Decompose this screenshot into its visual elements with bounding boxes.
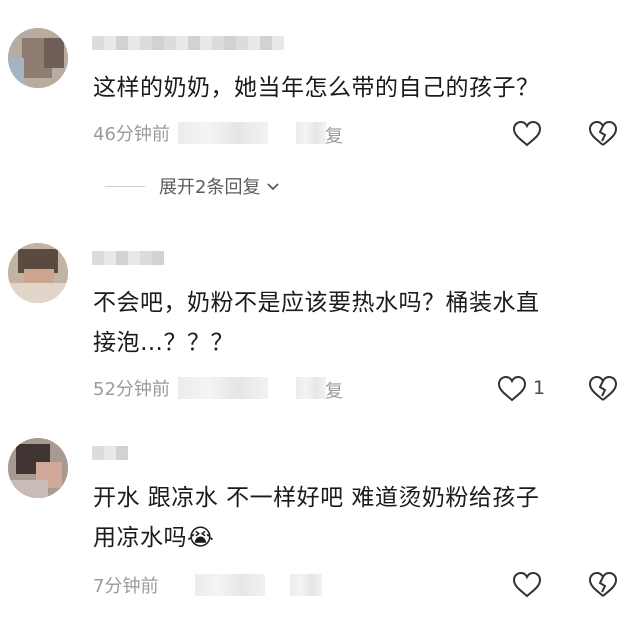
expand-replies-label: 展开2条回复 bbox=[159, 177, 261, 198]
blurred-region bbox=[178, 377, 268, 399]
comment-text: 不会吧，奶粉不是应该要热水吗？桶装水直 接泡…？？？ bbox=[93, 283, 540, 363]
username-blurred[interactable] bbox=[92, 248, 164, 268]
comment-meta: 46分钟前 bbox=[93, 118, 170, 148]
like-count: 1 bbox=[533, 377, 546, 399]
blurred-region bbox=[296, 377, 326, 399]
broken-heart-icon[interactable] bbox=[586, 568, 620, 602]
reply-button[interactable]: 复 bbox=[325, 377, 343, 403]
comment-meta: 7分钟前 bbox=[93, 570, 158, 600]
comment-line: 不会吧，奶粉不是应该要热水吗？桶装水直 bbox=[93, 290, 540, 316]
like-icon[interactable] bbox=[495, 372, 529, 406]
comment-list: 这样的奶奶，她当年怎么带的自己的孩子？ 46分钟前 复 展开2条回复 不会吧，奶… bbox=[0, 0, 640, 619]
blurred-region bbox=[296, 122, 326, 144]
like-icon[interactable] bbox=[510, 568, 544, 602]
divider bbox=[105, 185, 145, 187]
timestamp: 52分钟前 bbox=[93, 379, 170, 400]
comment-line: 开水 跟凉水 不一样好吧 难道烫奶粉给孩子 bbox=[93, 485, 540, 511]
like-icon[interactable] bbox=[510, 117, 544, 151]
blurred-region bbox=[290, 574, 322, 596]
comment-text: 这样的奶奶，她当年怎么带的自己的孩子？ bbox=[93, 68, 540, 108]
username-blurred[interactable] bbox=[92, 33, 284, 53]
comment-line-text: 用凉水吗 bbox=[93, 525, 187, 551]
comment-line: 这样的奶奶，她当年怎么带的自己的孩子？ bbox=[93, 75, 540, 101]
expand-replies-button[interactable]: 展开2条回复 bbox=[105, 173, 280, 199]
comment-meta: 52分钟前 bbox=[93, 373, 170, 403]
avatar[interactable] bbox=[8, 243, 68, 303]
comment-text: 开水 跟凉水 不一样好吧 难道烫奶粉给孩子 用凉水吗😭 bbox=[93, 478, 539, 558]
chevron-down-icon bbox=[266, 176, 280, 197]
broken-heart-icon[interactable] bbox=[586, 117, 620, 151]
comment-line: 用凉水吗😭 bbox=[93, 518, 539, 558]
broken-heart-icon[interactable] bbox=[586, 372, 620, 406]
avatar[interactable] bbox=[8, 438, 68, 498]
comment-line: 接泡…？？？ bbox=[93, 330, 234, 356]
timestamp: 7分钟前 bbox=[93, 576, 159, 597]
avatar[interactable] bbox=[8, 28, 68, 88]
username-blurred[interactable] bbox=[92, 443, 128, 463]
blurred-region bbox=[195, 574, 265, 596]
crying-face-emoji: 😭 bbox=[187, 525, 215, 551]
timestamp: 46分钟前 bbox=[93, 124, 170, 145]
blurred-region bbox=[178, 122, 268, 144]
reply-button[interactable]: 复 bbox=[325, 122, 343, 148]
